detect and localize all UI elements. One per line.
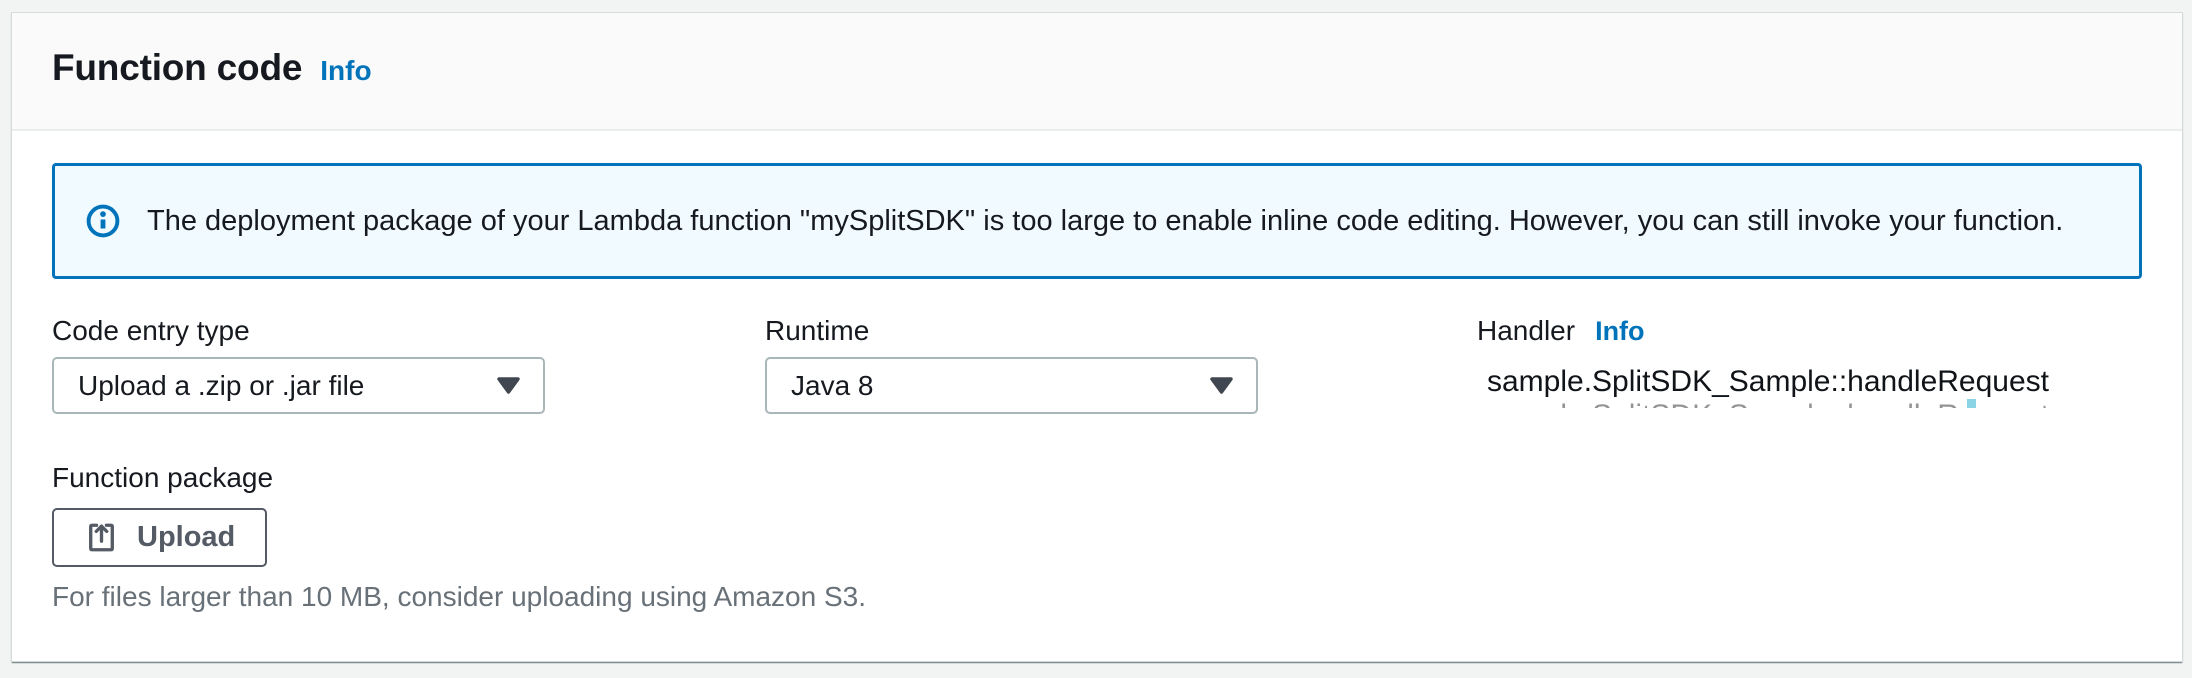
info-icon	[85, 203, 121, 239]
upload-helper-text: For files larger than 10 MB, consider up…	[52, 581, 2142, 613]
upload-button[interactable]: Upload	[52, 508, 267, 567]
caret-down-icon	[496, 376, 521, 395]
handler-label-row: Handler Info	[1477, 311, 2142, 351]
code-entry-type-value: Upload a .zip or .jar file	[78, 370, 364, 402]
info-alert: The deployment package of your Lambda fu…	[52, 163, 2142, 279]
function-package-label: Function package	[52, 458, 2142, 498]
alert-message: The deployment package of your Lambda fu…	[147, 205, 2063, 238]
code-entry-type-label: Code entry type	[52, 311, 765, 351]
function-package-section: Function package Upload For files larger…	[52, 458, 2142, 613]
code-settings-row: Code entry type Upload a .zip or .jar fi…	[52, 311, 2142, 414]
upload-button-label: Upload	[137, 521, 235, 554]
handler-field: Handler Info sample.SplitSDK_Sample::han…	[1477, 311, 2142, 414]
runtime-value: Java 8	[791, 370, 874, 402]
runtime-label: Runtime	[765, 311, 1477, 351]
function-code-panel: Function code Info The deployment packag…	[11, 12, 2183, 662]
title-info-link[interactable]: Info	[320, 55, 371, 87]
panel-header: Function code Info	[12, 13, 2182, 131]
handler-value: sample.SplitSDK_Sample::handleRequest	[1477, 365, 2077, 399]
text-cursor-artifact	[1967, 399, 1976, 408]
code-entry-type-select[interactable]: Upload a .zip or .jar file	[52, 357, 545, 414]
upload-icon	[84, 520, 119, 555]
runtime-field: Runtime Java 8	[765, 311, 1477, 414]
panel-body: The deployment package of your Lambda fu…	[12, 131, 2182, 613]
code-entry-type-field: Code entry type Upload a .zip or .jar fi…	[52, 311, 765, 414]
handler-label: Handler	[1477, 311, 1575, 351]
runtime-select[interactable]: Java 8	[765, 357, 1258, 414]
handler-info-link[interactable]: Info	[1595, 316, 1644, 347]
caret-down-icon	[1209, 376, 1234, 395]
handler-value-clipped-ghost: sample.SplitSDK_Sample::handleRequest	[1477, 399, 2077, 408]
page-title: Function code	[52, 47, 302, 89]
